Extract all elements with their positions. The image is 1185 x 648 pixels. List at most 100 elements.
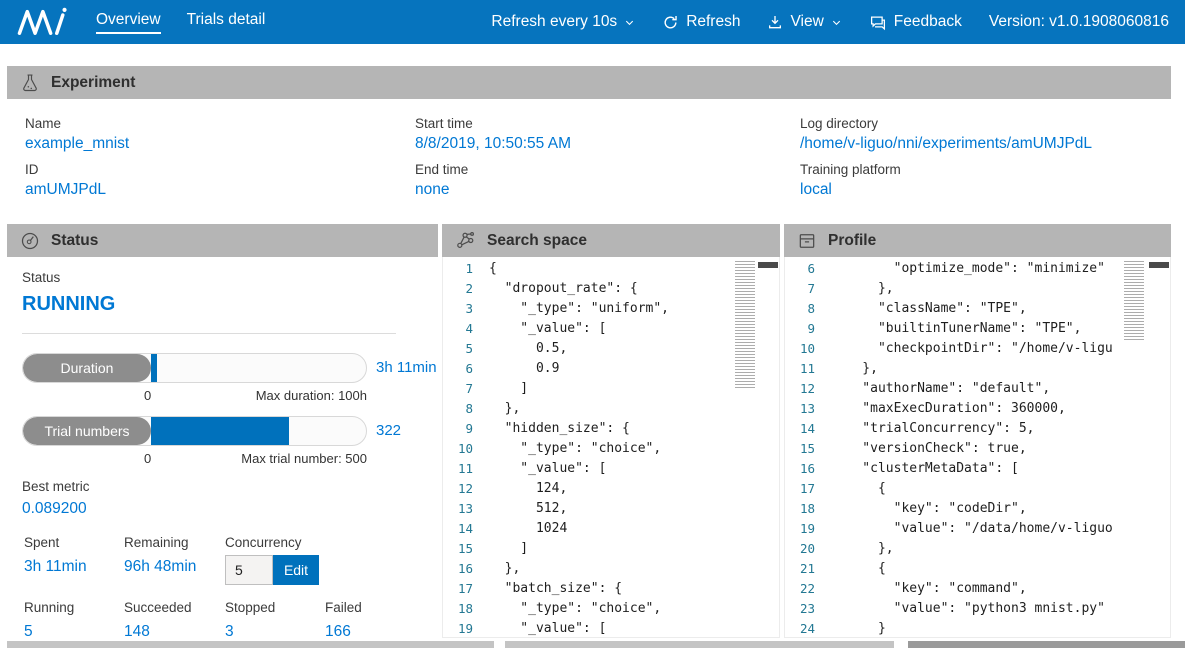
search-space-panel: Search space 1{2 "dropout_rate": {3 "_ty… — [442, 224, 780, 648]
next-section-edge — [505, 641, 894, 648]
editor-scrollbar-thumb[interactable] — [1149, 262, 1169, 268]
trials-bar: Trial numbers 322 — [22, 416, 438, 446]
navbar-actions: Refresh every 10s Refresh View — [491, 13, 1169, 31]
trials-max: Max trial number: 500 — [241, 451, 367, 466]
edit-concurrency-button[interactable]: Edit — [273, 555, 319, 585]
concurrency-input[interactable] — [225, 555, 273, 585]
failed-count: 166 — [325, 623, 438, 641]
remaining-label: Remaining — [124, 535, 225, 550]
id-value: amUMJPdL — [25, 181, 405, 199]
end-time-value: none — [415, 181, 790, 199]
nni-logo-icon — [16, 6, 68, 38]
editor-scrollbar-thumb[interactable] — [758, 262, 778, 268]
nav-tabs: Overview Trials detail — [96, 11, 265, 34]
code-line: 14 "trialConcurrency": 5, — [785, 419, 1170, 439]
status-section-header: Status — [7, 224, 438, 257]
flask-icon — [20, 73, 40, 93]
running-count: 5 — [24, 623, 124, 641]
editor-minimap — [1124, 261, 1144, 341]
next-section-edge — [7, 641, 494, 648]
nni-overview-page: Overview Trials detail Refresh every 10s… — [0, 0, 1185, 648]
duration-pill-label: Duration — [23, 354, 151, 382]
code-line: 1{ — [443, 259, 779, 279]
remaining-value: 96h 48min — [124, 558, 225, 576]
refresh-label: Refresh — [686, 13, 740, 31]
stopped-label: Stopped — [225, 600, 325, 615]
code-line: 16 }, — [443, 559, 779, 579]
profile-code: 6 "optimize_mode": "minimize"7 },8 "clas… — [785, 259, 1170, 638]
code-line: 16 "clusterMetaData": [ — [785, 459, 1170, 479]
spent-label: Spent — [24, 535, 124, 550]
training-platform-value: local — [800, 181, 1170, 199]
duration-value: 3h 11min — [376, 353, 437, 383]
code-line: 5 0.5, — [443, 339, 779, 359]
best-metric: Best metric 0.089200 — [22, 479, 438, 518]
code-line: 3 "_type": "uniform", — [443, 299, 779, 319]
running-label: Running — [24, 600, 124, 615]
remaining-cell: Remaining 96h 48min — [124, 535, 225, 585]
name-value: example_mnist — [25, 135, 405, 153]
code-line: 7 }, — [785, 279, 1170, 299]
succeeded-label: Succeeded — [124, 600, 225, 615]
trials-fill — [151, 417, 289, 445]
duration-max: Max duration: 100h — [256, 388, 367, 403]
status-panel: Status Status RUNNING Duration 3h 11min … — [7, 224, 438, 648]
editor-minimap — [735, 261, 755, 389]
experiment-col-2: Start time 8/8/2019, 10:50:55 AM End tim… — [415, 107, 790, 199]
tab-overview[interactable]: Overview — [96, 11, 161, 34]
code-line: 8 "className": "TPE", — [785, 299, 1170, 319]
code-line: 21 { — [785, 559, 1170, 579]
trials-pill-label: Trial numbers — [23, 417, 151, 445]
search-space-section-header: Search space — [442, 224, 780, 257]
tab-trials-detail[interactable]: Trials detail — [187, 11, 266, 34]
search-space-title: Search space — [487, 232, 587, 250]
next-section-edge — [908, 641, 1185, 648]
code-line: 18 "key": "codeDir", — [785, 499, 1170, 519]
trials-scale: 0 Max trial number: 500 — [22, 451, 367, 466]
search-space-code: 1{2 "dropout_rate": {3 "_type": "uniform… — [443, 259, 779, 638]
code-line: 24 } — [785, 619, 1170, 638]
experiment-section-header: Experiment — [7, 66, 1171, 99]
search-space-editor[interactable]: 1{2 "dropout_rate": {3 "_type": "uniform… — [442, 257, 780, 638]
feedback-button[interactable]: Feedback — [869, 13, 962, 31]
profile-title: Profile — [828, 232, 876, 250]
concurrency-cell: Concurrency Edit — [225, 535, 438, 585]
refresh-button[interactable]: Refresh — [662, 13, 740, 31]
view-dropdown[interactable]: View — [767, 13, 841, 31]
feedback-label: Feedback — [894, 13, 962, 31]
trials-track: Trial numbers — [22, 416, 367, 446]
status-body: Status RUNNING Duration 3h 11min 0 Max d… — [7, 257, 438, 638]
status-panel-title: Status — [51, 232, 98, 250]
code-line: 11 }, — [785, 359, 1170, 379]
code-line: 17 "batch_size": { — [443, 579, 779, 599]
succeeded-cell: Succeeded 148 — [124, 600, 225, 641]
status-value: RUNNING — [22, 293, 438, 316]
end-time-label: End time — [415, 162, 790, 177]
feedback-icon — [869, 13, 887, 31]
profile-panel: Profile 6 "optimize_mode": "minimize"7 }… — [784, 224, 1171, 648]
trials-min: 0 — [144, 451, 151, 466]
code-line: 9 "builtinTunerName": "TPE", — [785, 319, 1170, 339]
trials-value: 322 — [376, 416, 401, 446]
code-line: 12 124, — [443, 479, 779, 499]
stopped-cell: Stopped 3 — [225, 600, 325, 641]
code-line: 22 "key": "command", — [785, 579, 1170, 599]
code-line: 6 "optimize_mode": "minimize" — [785, 259, 1170, 279]
status-label: Status — [22, 270, 438, 285]
code-line: 7 ] — [443, 379, 779, 399]
failed-label: Failed — [325, 600, 438, 615]
succeeded-count: 148 — [124, 623, 225, 641]
chevron-down-icon — [624, 17, 635, 28]
experiment-title: Experiment — [51, 74, 135, 92]
id-label: ID — [25, 162, 405, 177]
nni-logo[interactable] — [16, 6, 68, 38]
trial-counts-row: Running 5 Succeeded 148 Stopped 3 Failed… — [24, 600, 438, 641]
refresh-interval-dropdown[interactable]: Refresh every 10s — [491, 13, 635, 31]
log-directory-label: Log directory — [800, 116, 1170, 131]
training-platform-label: Training platform — [800, 162, 1170, 177]
best-metric-label: Best metric — [22, 479, 438, 494]
code-line: 23 "value": "python3 mnist.py" — [785, 599, 1170, 619]
version-text: Version: v1.0.1908060816 — [989, 13, 1169, 31]
log-directory-value: /home/v-liguo/nni/experiments/amUMJPdL — [800, 135, 1170, 153]
profile-editor[interactable]: 6 "optimize_mode": "minimize"7 },8 "clas… — [784, 257, 1171, 638]
